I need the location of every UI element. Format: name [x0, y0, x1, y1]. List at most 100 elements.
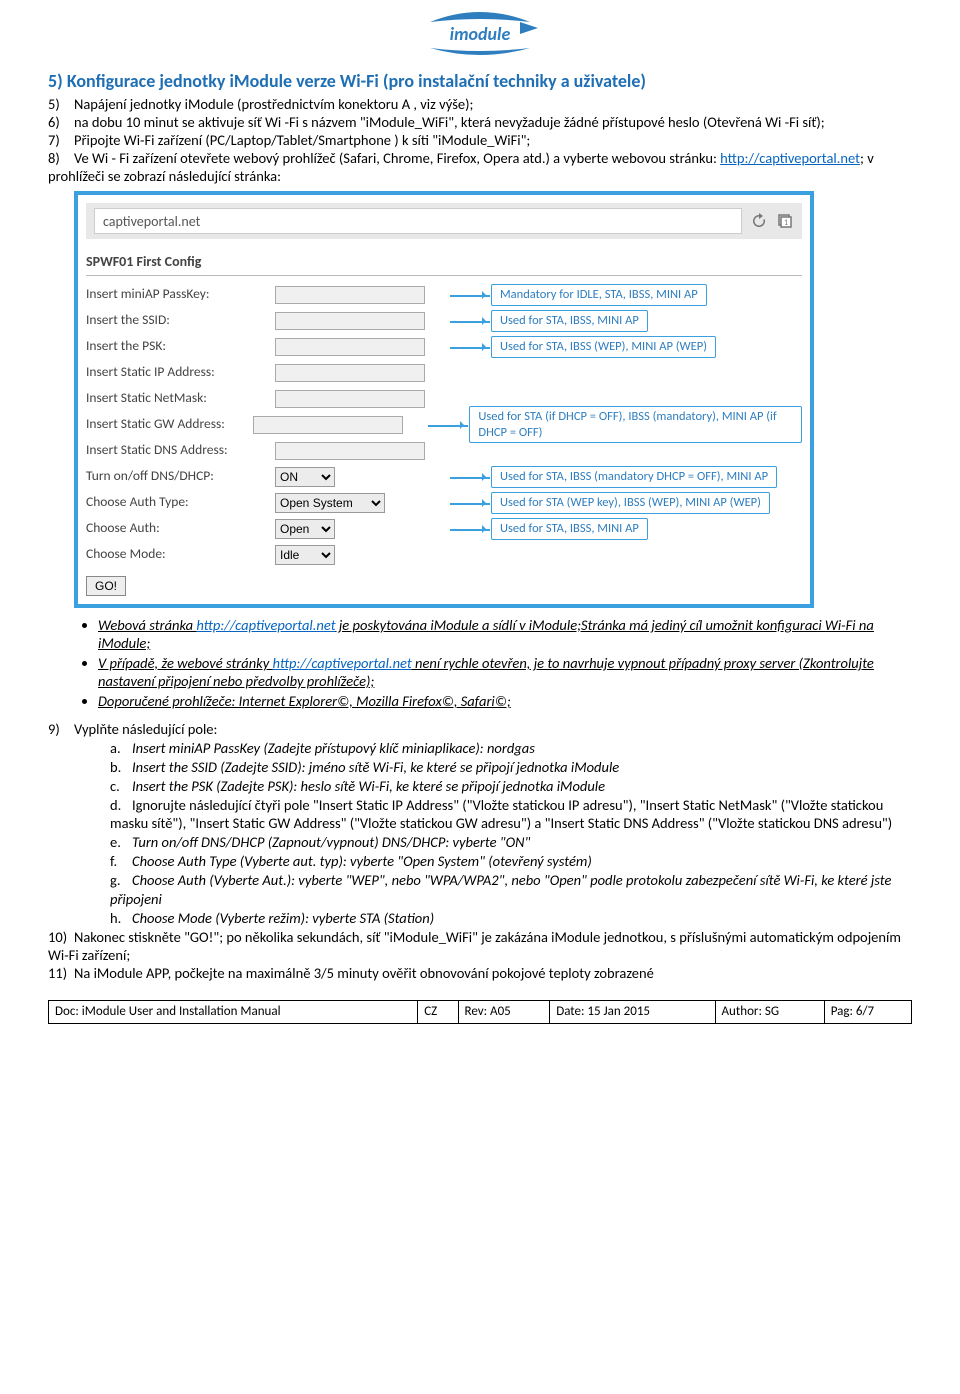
- step-marker: 9): [48, 720, 74, 738]
- substep-b: b.Insert the SSID (Zadejte SSID): jméno …: [110, 758, 912, 776]
- substep-g: g.Choose Auth (Vyberte Aut.): vyberte "W…: [110, 871, 912, 907]
- config-select[interactable]: Idle: [275, 545, 335, 565]
- config-label: Insert Static GW Address:: [86, 416, 249, 433]
- note-text: Doporučené prohlížeče: Internet Explorer…: [98, 692, 511, 710]
- config-callout: Used for STA, IBSS, MINI AP: [491, 310, 648, 332]
- config-label: Insert Static DNS Address:: [86, 442, 271, 459]
- config-label: Choose Auth Type:: [86, 494, 271, 511]
- note-text: V případě, že webové stránky: [98, 654, 273, 672]
- note-item: V případě, že webové stránky http://capt…: [98, 654, 912, 690]
- sub-text: Insert miniAP PassKey (Zadejte přístupov…: [132, 739, 535, 757]
- step-text: Připojte Wi-Fi zařízení (PC/Laptop/Table…: [74, 131, 530, 149]
- footer-table: Doc: iModule User and Installation Manua…: [48, 1000, 912, 1024]
- browser-urlbar: captiveportal.net 1: [86, 203, 802, 239]
- sub-text: Insert the SSID (Zadejte SSID): jméno sí…: [132, 758, 619, 776]
- sub-marker: d.: [110, 796, 132, 814]
- step-marker: 6): [48, 113, 74, 131]
- config-select[interactable]: Open: [275, 519, 335, 539]
- svg-text:imodule: imodule: [450, 23, 511, 45]
- config-input[interactable]: [275, 390, 425, 408]
- step-marker: 7): [48, 131, 74, 149]
- config-row: Insert miniAP PassKey: Mandatory for IDLE…: [86, 282, 802, 308]
- config-label: Turn on/off DNS/DHCP:: [86, 468, 271, 485]
- config-row: Choose Auth:Open Used for STA, IBSS, MINI…: [86, 516, 802, 542]
- config-label: Insert miniAP PassKey:: [86, 286, 271, 303]
- config-screenshot: captiveportal.net 1 SPWF01 First Config …: [74, 191, 814, 608]
- step-6: 6)na dobu 10 minut se aktivuje síť Wi -F…: [48, 113, 912, 131]
- heading-text: Konfigurace jednotky iModule verze Wi-Fi…: [67, 70, 646, 92]
- sub-text: Choose Auth (Vyberte Aut.): vyberte "WEP…: [110, 871, 891, 907]
- substep-f: f.Choose Auth Type (Vyberte aut. typ): v…: [110, 852, 912, 870]
- step-11: 11)Na iModule APP, počkejte na maximálně…: [48, 964, 912, 982]
- sub-marker: b.: [110, 758, 132, 776]
- config-input[interactable]: [275, 364, 425, 382]
- svg-text:1: 1: [784, 218, 788, 228]
- config-input[interactable]: [275, 338, 425, 356]
- config-label: Insert Static IP Address:: [86, 364, 271, 381]
- config-input[interactable]: [275, 286, 425, 304]
- sub-text: Choose Mode (Vyberte režim): vyberte STA…: [132, 909, 434, 927]
- footer-author: Author: SG: [715, 1001, 824, 1024]
- config-label: Choose Mode:: [86, 546, 271, 563]
- substep-c: c.Insert the PSK (Zadejte PSK): heslo sí…: [110, 777, 912, 795]
- sub-marker: e.: [110, 833, 132, 851]
- config-callout: Used for STA (if DHCP = OFF), IBSS (mand…: [469, 406, 802, 443]
- config-row: Turn on/off DNS/DHCP:ON Used for STA, IBS…: [86, 464, 802, 490]
- config-callout: Used for STA (WEP key), IBSS (WEP), MINI…: [491, 492, 770, 514]
- step-5: 5)Napájení jednotky iModule (prostřednic…: [48, 95, 912, 113]
- sub-marker: c.: [110, 777, 132, 795]
- step-text: Ve Wi - Fi zařízení otevřete webový proh…: [74, 149, 720, 167]
- url-field[interactable]: captiveportal.net: [94, 208, 742, 234]
- reload-icon[interactable]: [750, 212, 768, 230]
- config-select[interactable]: ON: [275, 467, 335, 487]
- config-callout: Mandatory for IDLE, STA, IBSS, MINI AP: [491, 284, 707, 306]
- step-text: Vyplňte následující pole:: [74, 720, 217, 738]
- step-9: 9)Vyplňte následující pole:: [48, 720, 912, 738]
- config-row: Choose Mode:Idle: [86, 542, 802, 568]
- tabs-icon[interactable]: 1: [776, 212, 794, 230]
- substep-e: e.Turn on/off DNS/DHCP (Zapnout/vypnout)…: [110, 833, 912, 851]
- step-text: Napájení jednotky iModule (prostřednictv…: [74, 95, 473, 113]
- captiveportal-link[interactable]: http://captiveportal.net: [273, 654, 412, 672]
- config-input[interactable]: [253, 416, 403, 434]
- sub-marker: h.: [110, 909, 132, 927]
- step-text: na dobu 10 minut se aktivuje síť Wi -Fi …: [74, 113, 825, 131]
- config-label: Insert the SSID:: [86, 312, 271, 329]
- config-row: Choose Auth Type:Open System Used for STA…: [86, 490, 802, 516]
- note-item: Doporučené prohlížeče: Internet Explorer…: [98, 692, 912, 710]
- config-input[interactable]: [275, 442, 425, 460]
- captiveportal-link[interactable]: http://captiveportal.net: [720, 149, 860, 167]
- notes-list: Webová stránka http://captiveportal.net …: [98, 616, 912, 711]
- config-row: Insert the PSK: Used for STA, IBSS (WEP),…: [86, 334, 802, 360]
- step-marker: 10): [48, 928, 74, 946]
- config-callout: Used for STA, IBSS (WEP), MINI AP (WEP): [491, 336, 716, 358]
- config-callout: Used for STA, IBSS (mandatory DHCP = OFF…: [491, 466, 777, 488]
- sub-marker: f.: [110, 852, 132, 870]
- step-marker: 8): [48, 149, 74, 167]
- sub-marker: a.: [110, 739, 132, 757]
- note-text: Webová stránka: [98, 616, 196, 634]
- footer-doc: Doc: iModule User and Installation Manua…: [49, 1001, 418, 1024]
- config-label: Insert the PSK:: [86, 338, 271, 355]
- substep-h: h.Choose Mode (Vyberte režim): vyberte S…: [110, 909, 912, 927]
- step-marker: 11): [48, 964, 74, 982]
- sub-marker: g.: [110, 871, 132, 889]
- config-callout: Used for STA, IBSS, MINI AP: [491, 518, 648, 540]
- step-8: 8)Ve Wi - Fi zařízení otevřete webový pr…: [48, 149, 912, 185]
- config-label: Choose Auth:: [86, 520, 271, 537]
- go-button[interactable]: GO!: [86, 576, 126, 596]
- step-text: Nakonec stiskněte "GO!"; po několika sek…: [48, 928, 901, 964]
- sub-text: Turn on/off DNS/DHCP (Zapnout/vypnout) D…: [132, 833, 530, 851]
- substep-d: d.Ignorujte následující čtyři pole "Inse…: [110, 796, 912, 832]
- step-10: 10)Nakonec stiskněte "GO!"; po několika …: [48, 928, 912, 964]
- logo: imodule: [48, 8, 912, 60]
- config-label: Insert Static NetMask:: [86, 390, 271, 407]
- footer-date: Date: 15 Jan 2015: [550, 1001, 715, 1024]
- footer-rev: Rev: A05: [458, 1001, 550, 1024]
- captiveportal-link[interactable]: http://captiveportal.net: [196, 616, 335, 634]
- config-input[interactable]: [275, 312, 425, 330]
- config-select[interactable]: Open System: [275, 493, 385, 513]
- config-row: Insert Static GW Address:Used for STA (i…: [86, 412, 802, 438]
- step-text: Na iModule APP, počkejte na maximálně 3/…: [74, 964, 654, 982]
- footer-lang: CZ: [418, 1001, 458, 1024]
